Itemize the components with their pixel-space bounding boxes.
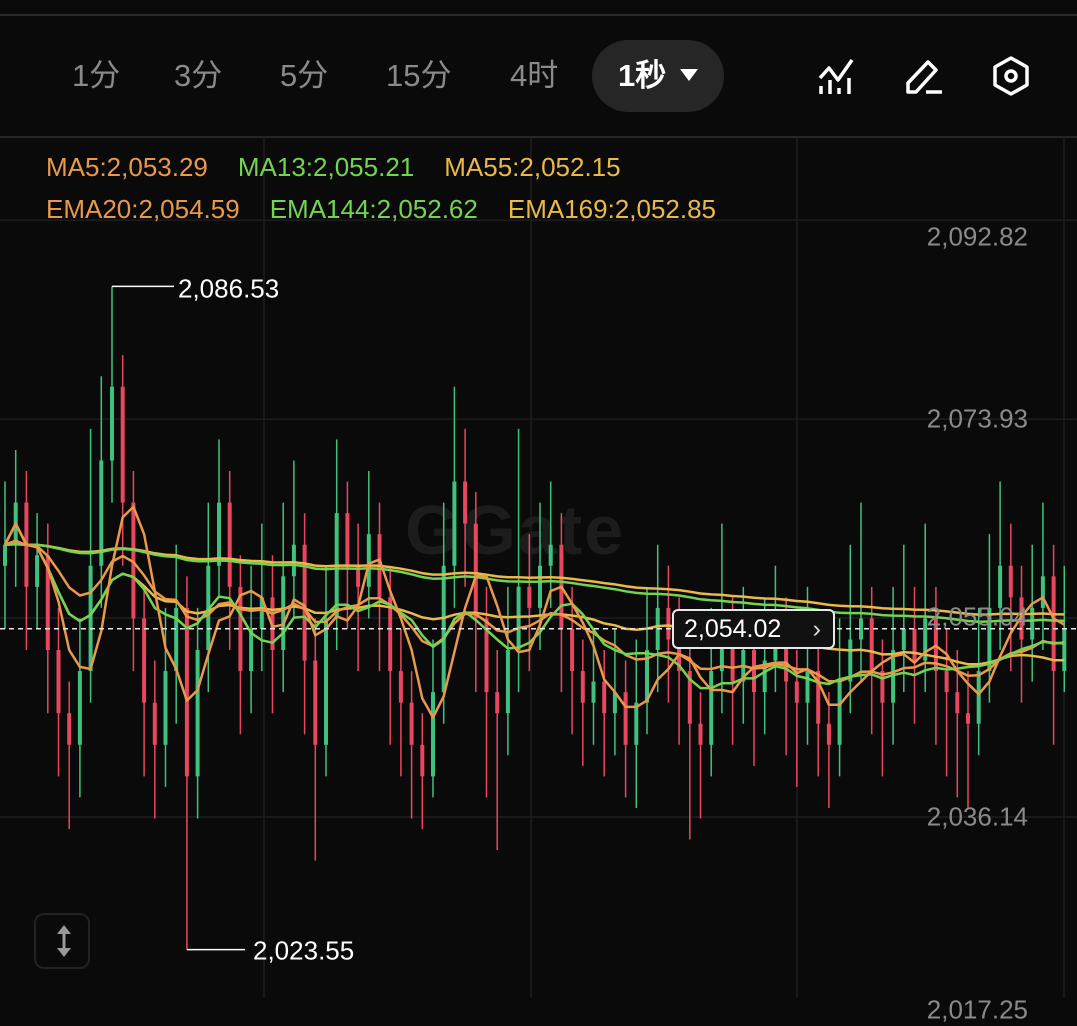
candle-body xyxy=(463,481,468,524)
current-price-value: 2,054.02 xyxy=(684,615,782,643)
candle-body xyxy=(976,671,981,724)
candle-body xyxy=(88,565,93,672)
y-tick-label: 2,036.14 xyxy=(926,801,1028,832)
y-tick-label: 2,017.25 xyxy=(926,994,1028,1025)
candle-body xyxy=(966,713,970,724)
legend-ma55: MA55:2,052.15 xyxy=(444,152,621,182)
candle-body xyxy=(538,565,542,608)
candle-body xyxy=(431,692,435,777)
candle-body xyxy=(837,681,842,745)
candle-body xyxy=(409,702,414,745)
candle-body xyxy=(281,576,286,651)
candle-body xyxy=(709,671,714,745)
candle-body xyxy=(1008,565,1013,598)
candle-body xyxy=(1051,576,1056,672)
legend-ma13: MA13:2,055.21 xyxy=(237,152,415,182)
candle-body xyxy=(570,628,575,672)
vertical-scale-button[interactable] xyxy=(34,913,90,969)
ema20-line xyxy=(4,539,1065,683)
candlestick-chart[interactable] xyxy=(0,0,1077,998)
candle-body xyxy=(505,650,510,714)
candle-body xyxy=(163,671,168,745)
candle-body xyxy=(195,650,200,777)
candle-body xyxy=(3,544,7,566)
candle-body xyxy=(313,660,318,745)
candle-body xyxy=(35,555,40,587)
candle-body xyxy=(110,386,114,461)
candle-body xyxy=(56,650,61,714)
candle-body xyxy=(473,523,478,619)
legend-ema144: EMA144:2,052.62 xyxy=(269,194,478,224)
candle-body xyxy=(602,681,607,714)
legend-ema: EMA20:2,054.59 EMA144:2,052.62 EMA169:2,05… xyxy=(46,194,746,225)
y-tick-label: 2,092.82 xyxy=(926,221,1028,252)
candle-body xyxy=(452,481,457,566)
candle-body xyxy=(77,671,82,745)
candle-body xyxy=(666,607,671,640)
candle-body xyxy=(634,702,639,745)
candle-body xyxy=(548,544,553,566)
high-price-label: 2,086.53 xyxy=(178,273,280,304)
ema169-line xyxy=(4,542,1065,616)
chevron-right-icon: › xyxy=(812,615,821,643)
candle-body xyxy=(324,618,328,745)
candle-body xyxy=(495,692,500,714)
candle-body xyxy=(901,628,906,651)
candle-body xyxy=(794,681,799,703)
legend-ema169: EMA169:2,052.85 xyxy=(507,194,717,224)
candle-body xyxy=(805,671,810,703)
up-down-arrows-icon xyxy=(57,925,71,957)
candle-body xyxy=(227,502,232,587)
candle-body xyxy=(217,502,221,566)
candle-body xyxy=(752,650,756,693)
candle-body xyxy=(366,534,371,587)
candle-body xyxy=(623,692,628,745)
y-tick-label: 2,073.93 xyxy=(926,403,1028,434)
candle-body xyxy=(120,386,125,503)
candle-body xyxy=(527,586,532,608)
candle-body xyxy=(698,723,703,745)
candle-body xyxy=(912,628,917,661)
candle-body xyxy=(1062,628,1067,672)
candle-body xyxy=(955,692,960,714)
candle-body xyxy=(591,681,596,703)
candle-body xyxy=(1040,576,1045,608)
legend-ma5: MA5:2,053.29 xyxy=(46,152,208,182)
candle-body xyxy=(826,723,831,745)
candle-body xyxy=(142,618,147,703)
candle-body xyxy=(944,671,949,693)
low-price-label: 2,023.55 xyxy=(253,935,355,966)
candle-body xyxy=(345,513,350,566)
candle-body xyxy=(516,586,521,651)
candle-body xyxy=(184,607,189,777)
candle-body xyxy=(869,618,874,672)
legend-ma: MA5:2,053.29 MA13:2,055.21 MA55:2,052.15 xyxy=(46,152,651,183)
y-tick-label: 2,055.04 xyxy=(926,601,1028,632)
candle-body xyxy=(67,713,72,745)
candle-body xyxy=(398,671,403,703)
ma13-line xyxy=(3,522,1065,690)
legend-ema20: EMA20:2,054.59 xyxy=(46,194,240,224)
candle-body xyxy=(580,671,585,703)
current-price-tag[interactable]: 2,054.02 › xyxy=(672,609,835,649)
candle-body xyxy=(152,702,157,745)
candle-body xyxy=(420,744,425,777)
candle-body xyxy=(291,544,296,577)
